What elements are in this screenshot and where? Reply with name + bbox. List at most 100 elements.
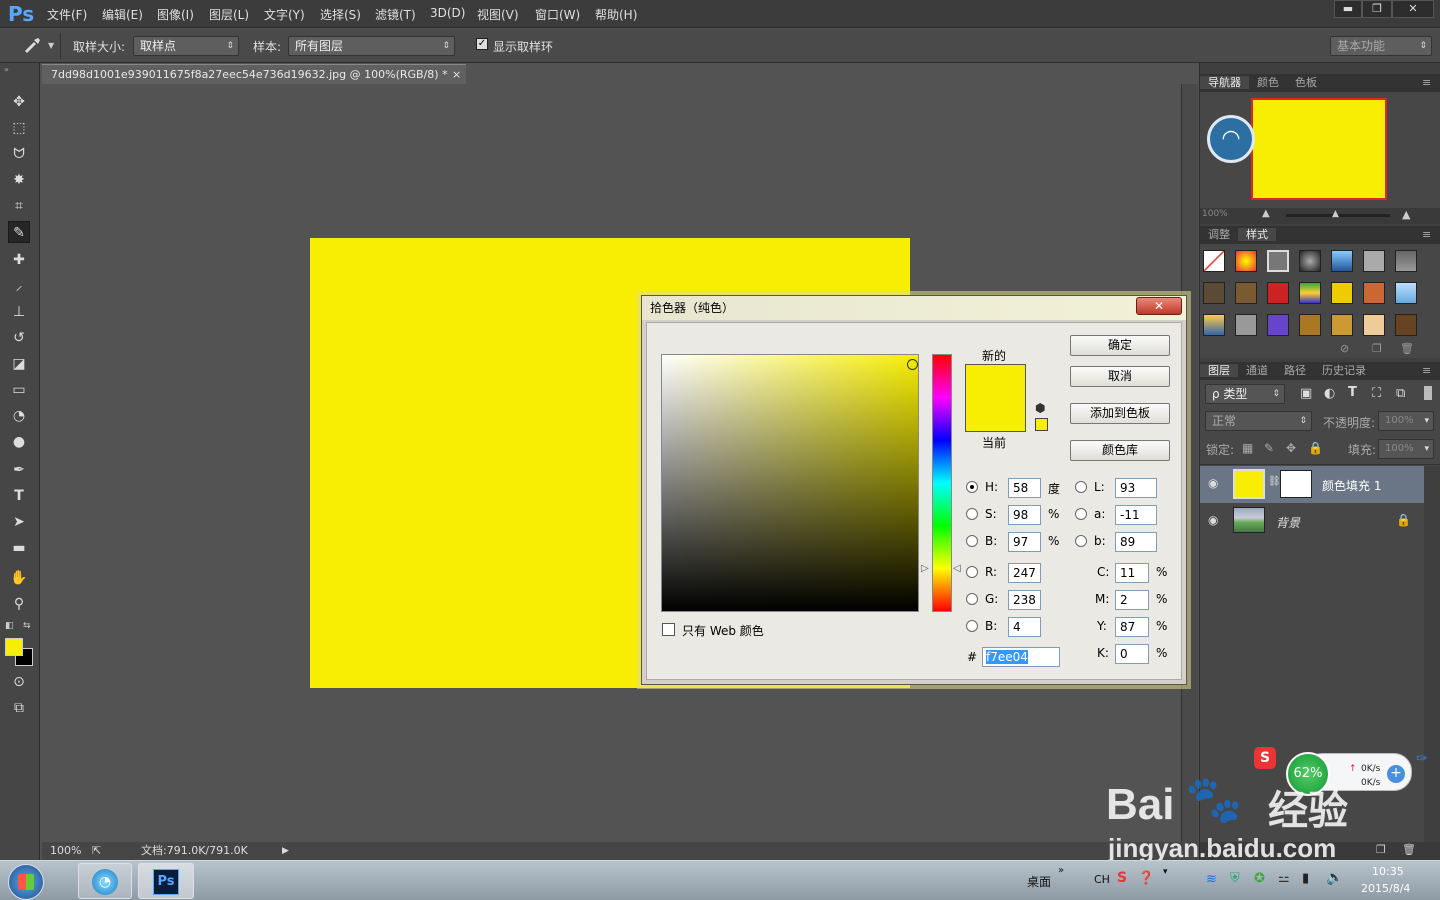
healing-brush-tool-icon[interactable]: ✚ [8,249,30,271]
start-button[interactable] [8,864,44,900]
type-tool-icon[interactable]: T [8,485,30,507]
style-swatch[interactable] [1299,282,1321,304]
visibility-eye-icon[interactable]: ◉ [1208,513,1218,527]
menu-edit[interactable]: 编辑(E) [102,6,143,23]
brightness-radio[interactable] [966,535,978,547]
style-swatch[interactable] [1203,282,1225,304]
dodge-tool-icon[interactable]: ● [8,431,30,453]
layer-row-fill[interactable]: ◉ ⛓ 颜色填充 1 [1200,466,1424,503]
zoom-in-icon[interactable]: ▲ [1402,208,1410,221]
panel-menu-icon[interactable]: ≡ [1422,226,1431,244]
style-swatch[interactable] [1299,250,1321,272]
style-swatch[interactable] [1235,314,1257,336]
new-layer-icon[interactable]: ❐ [1376,843,1386,856]
hue-slider[interactable] [932,354,952,612]
eyedropper-icon[interactable] [22,36,42,54]
panel-menu-icon[interactable]: ≡ [1422,362,1431,380]
menu-layer[interactable]: 图层(L) [209,6,249,23]
brightness-input[interactable]: 97 [1008,532,1041,552]
zoom-slider-thumb-icon[interactable]: ▲ [1332,209,1339,219]
menu-file[interactable]: 文件(F) [47,6,87,23]
style-swatch[interactable] [1363,250,1385,272]
filter-image-icon[interactable]: ▣ [1300,386,1312,401]
tab-swatches[interactable]: 色板 [1287,76,1325,89]
move-tool-icon[interactable]: ✥ [8,91,30,113]
cyan-input[interactable]: 11 [1115,563,1149,583]
navigator-preview[interactable] [1251,98,1387,200]
layer-kind-filter[interactable]: ρ 类型 ⇕ [1205,384,1285,404]
menu-image[interactable]: 图像(I) [157,6,194,23]
filter-shape-icon[interactable]: ⛶ [1372,386,1381,401]
status-menu-arrow-icon[interactable]: ▶ [282,842,289,860]
tab-navigator[interactable]: 导航器 [1200,76,1249,89]
show-ring-checkbox[interactable]: ✓ [476,38,488,50]
style-swatch[interactable] [1395,250,1417,272]
toolbar-expand-icon[interactable]: » [1058,865,1064,876]
hue-input[interactable]: 58 [1008,478,1041,498]
cancel-button[interactable]: 取消 [1070,366,1170,387]
tab-adjustments[interactable]: 调整 [1200,228,1238,241]
sample-select[interactable]: 所有图层 ⇕ [288,36,455,56]
collapse-icon[interactable]: » [4,65,9,74]
hex-input[interactable]: f7ee04 [982,647,1060,667]
zoom-level[interactable]: 100% [50,842,81,860]
style-swatch[interactable] [1235,250,1257,272]
filter-type-icon[interactable]: T [1348,385,1357,400]
lock-transparent-icon[interactable]: ▦ [1242,441,1253,455]
maximize-button[interactable]: ❐ [1362,0,1392,18]
a-channel-radio[interactable] [1075,508,1087,520]
red-radio[interactable] [966,566,978,578]
filter-toggle[interactable] [1424,386,1432,400]
blue-radio[interactable] [966,620,978,632]
style-swatch[interactable] [1267,282,1289,304]
close-tab-icon[interactable]: × [452,65,461,84]
gradient-tool-icon[interactable]: ▭ [8,379,30,401]
tab-styles[interactable]: 样式 [1238,228,1276,241]
hand-tool-icon[interactable]: ✋ [8,567,30,589]
style-swatch[interactable] [1299,314,1321,336]
red-input[interactable]: 247 [1008,563,1041,583]
saturation-radio[interactable] [966,508,978,520]
b-channel-radio[interactable] [1075,535,1087,547]
magic-wand-tool-icon[interactable]: ✸ [8,169,30,191]
style-swatch[interactable] [1267,250,1289,272]
navigator-zoom[interactable]: 100% [1202,209,1228,219]
lightness-radio[interactable] [1075,481,1087,493]
black-input[interactable]: 0 [1115,644,1149,664]
zoom-tool-icon[interactable]: ⚲ [8,593,30,615]
lightness-input[interactable]: 93 [1115,478,1157,498]
filter-adjustment-icon[interactable]: ◐ [1324,386,1335,401]
export-icon[interactable]: ⇱ [92,842,101,860]
style-swatch[interactable] [1395,282,1417,304]
cube-warning-icon[interactable]: ⬢ [1035,401,1045,415]
dialog-close-button[interactable]: ✕ [1136,297,1182,315]
yellow-input[interactable]: 87 [1115,617,1149,637]
color-field-cursor[interactable] [907,359,918,370]
quick-mask-icon[interactable]: ⊙ [8,671,30,693]
desktop-toolbar[interactable]: 桌面 [1027,873,1051,890]
clock-date[interactable]: 2015/8/4 [1361,882,1410,895]
foreground-color-swatch[interactable] [5,638,23,656]
green-radio[interactable] [966,593,978,605]
panel-menu-icon[interactable]: ≡ [1422,74,1431,92]
network-icon[interactable]: ⚍ [1278,871,1290,886]
menu-type[interactable]: 文字(Y) [264,6,305,23]
minimize-button[interactable]: ▬ [1334,0,1362,18]
ok-button[interactable]: 确定 [1070,335,1170,356]
saturation-brightness-field[interactable] [661,354,919,612]
style-swatch[interactable] [1203,314,1225,336]
plus-icon[interactable]: + [1387,765,1405,783]
a-channel-input[interactable]: -11 [1115,505,1157,525]
menu-filter[interactable]: 滤镜(T) [375,6,416,23]
default-colors-icon[interactable]: ◧ [5,621,14,631]
delete-style-icon[interactable]: 🗑 [1400,342,1414,355]
swap-colors-icon[interactable]: ⇆ [23,621,31,631]
clear-style-icon[interactable]: ⊘ [1340,342,1349,355]
menu-view[interactable]: 视图(V) [477,6,519,23]
web-only-checkbox[interactable] [662,623,675,636]
style-swatch[interactable] [1331,314,1353,336]
new-style-icon[interactable]: ❐ [1372,342,1382,355]
style-swatch[interactable] [1331,282,1353,304]
b-channel-input[interactable]: 89 [1115,532,1157,552]
saturation-input[interactable]: 98 [1008,505,1041,525]
